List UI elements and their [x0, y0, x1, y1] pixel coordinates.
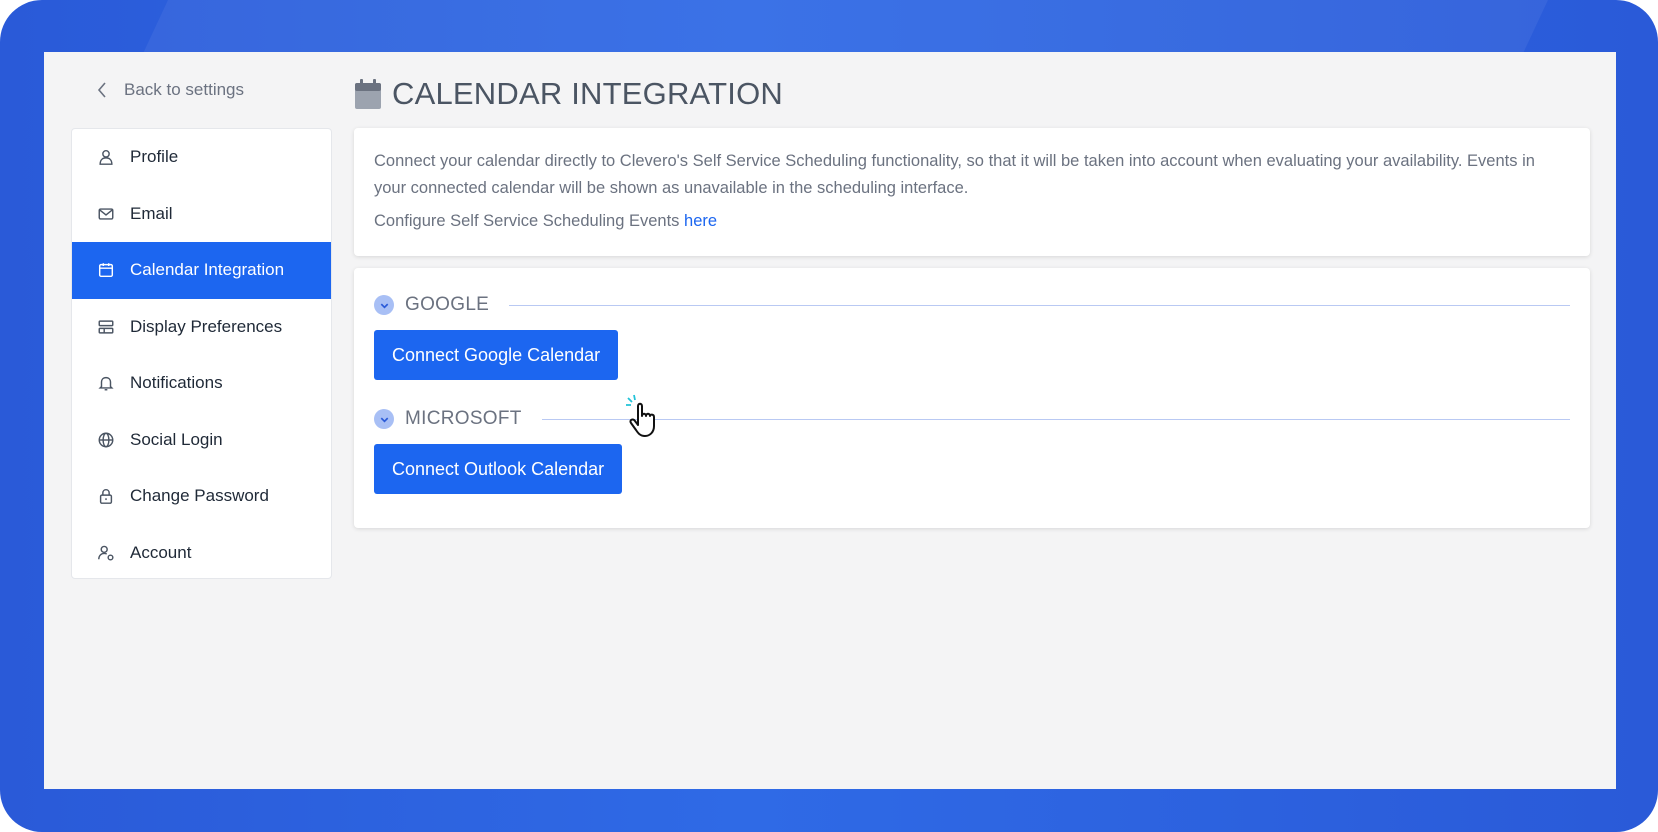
hand-pointer-cursor-icon: [626, 394, 655, 437]
chevron-down-icon[interactable]: [374, 409, 394, 429]
back-to-settings-link[interactable]: Back to settings: [96, 80, 244, 100]
description-text: Connect your calendar directly to Clever…: [374, 152, 1535, 197]
calendar-icon: [96, 260, 116, 280]
connect-google-calendar-button[interactable]: Connect Google Calendar: [374, 330, 619, 380]
connect-outlook-calendar-button[interactable]: Connect Outlook Calendar: [374, 444, 623, 494]
settings-sidebar: Profile Email Calendar Integration Displ…: [71, 128, 332, 579]
sidebar-item-account[interactable]: Account: [72, 525, 331, 582]
calendar-icon: [355, 79, 381, 109]
page-header: CALENDAR INTEGRATION: [354, 76, 783, 112]
user-gear-icon: [96, 543, 116, 563]
envelope-icon: [96, 204, 116, 224]
sidebar-item-label: Social Login: [130, 429, 223, 449]
providers-card: GOOGLE Connect Google Calendar MICROSOFT…: [354, 268, 1590, 528]
page-title: CALENDAR INTEGRATION: [392, 76, 783, 111]
configure-events-link[interactable]: here: [684, 212, 717, 230]
layout-icon: [96, 317, 116, 337]
sidebar-item-label: Account: [130, 542, 192, 562]
microsoft-heading: MICROSOFT: [405, 408, 522, 429]
description-card: Connect your calendar directly to Clever…: [354, 128, 1590, 256]
sidebar-item-label: Notifications: [130, 373, 223, 393]
bell-icon: [96, 373, 116, 393]
sidebar-item-email[interactable]: Email: [72, 186, 331, 243]
section-divider: [509, 304, 1570, 306]
chevron-left-icon: [97, 82, 106, 98]
sidebar-item-label: Display Preferences: [130, 316, 283, 336]
app-screen: Back to settings Profile Email Calendar …: [44, 52, 1616, 789]
google-section-header: GOOGLE: [374, 294, 1570, 316]
sidebar-item-change-password[interactable]: Change Password: [72, 468, 331, 525]
configure-line: Configure Self Service Scheduling Events…: [374, 208, 717, 235]
back-label: Back to settings: [124, 80, 245, 99]
sidebar-item-label: Calendar Integration: [130, 260, 285, 280]
sidebar-item-social-login[interactable]: Social Login: [72, 412, 331, 469]
user-icon: [96, 147, 116, 167]
sidebar-item-label: Email: [130, 203, 173, 223]
sidebar-item-profile[interactable]: Profile: [72, 129, 331, 186]
lock-icon: [96, 486, 116, 506]
globe-icon: [96, 430, 116, 450]
microsoft-section-header: MICROSOFT: [374, 408, 1570, 430]
section-divider: [541, 418, 1570, 420]
sidebar-item-display-preferences[interactable]: Display Preferences: [72, 299, 331, 356]
google-heading: GOOGLE: [405, 294, 490, 315]
chevron-down-icon[interactable]: [374, 295, 394, 315]
sidebar-item-calendar-integration[interactable]: Calendar Integration: [72, 242, 331, 299]
sidebar-item-label: Change Password: [130, 486, 269, 506]
sidebar-item-label: Profile: [130, 147, 179, 167]
sidebar-item-notifications[interactable]: Notifications: [72, 355, 331, 412]
configure-text: Configure Self Service Scheduling Events: [374, 212, 680, 230]
outer-frame: Back to settings Profile Email Calendar …: [0, 0, 1658, 832]
